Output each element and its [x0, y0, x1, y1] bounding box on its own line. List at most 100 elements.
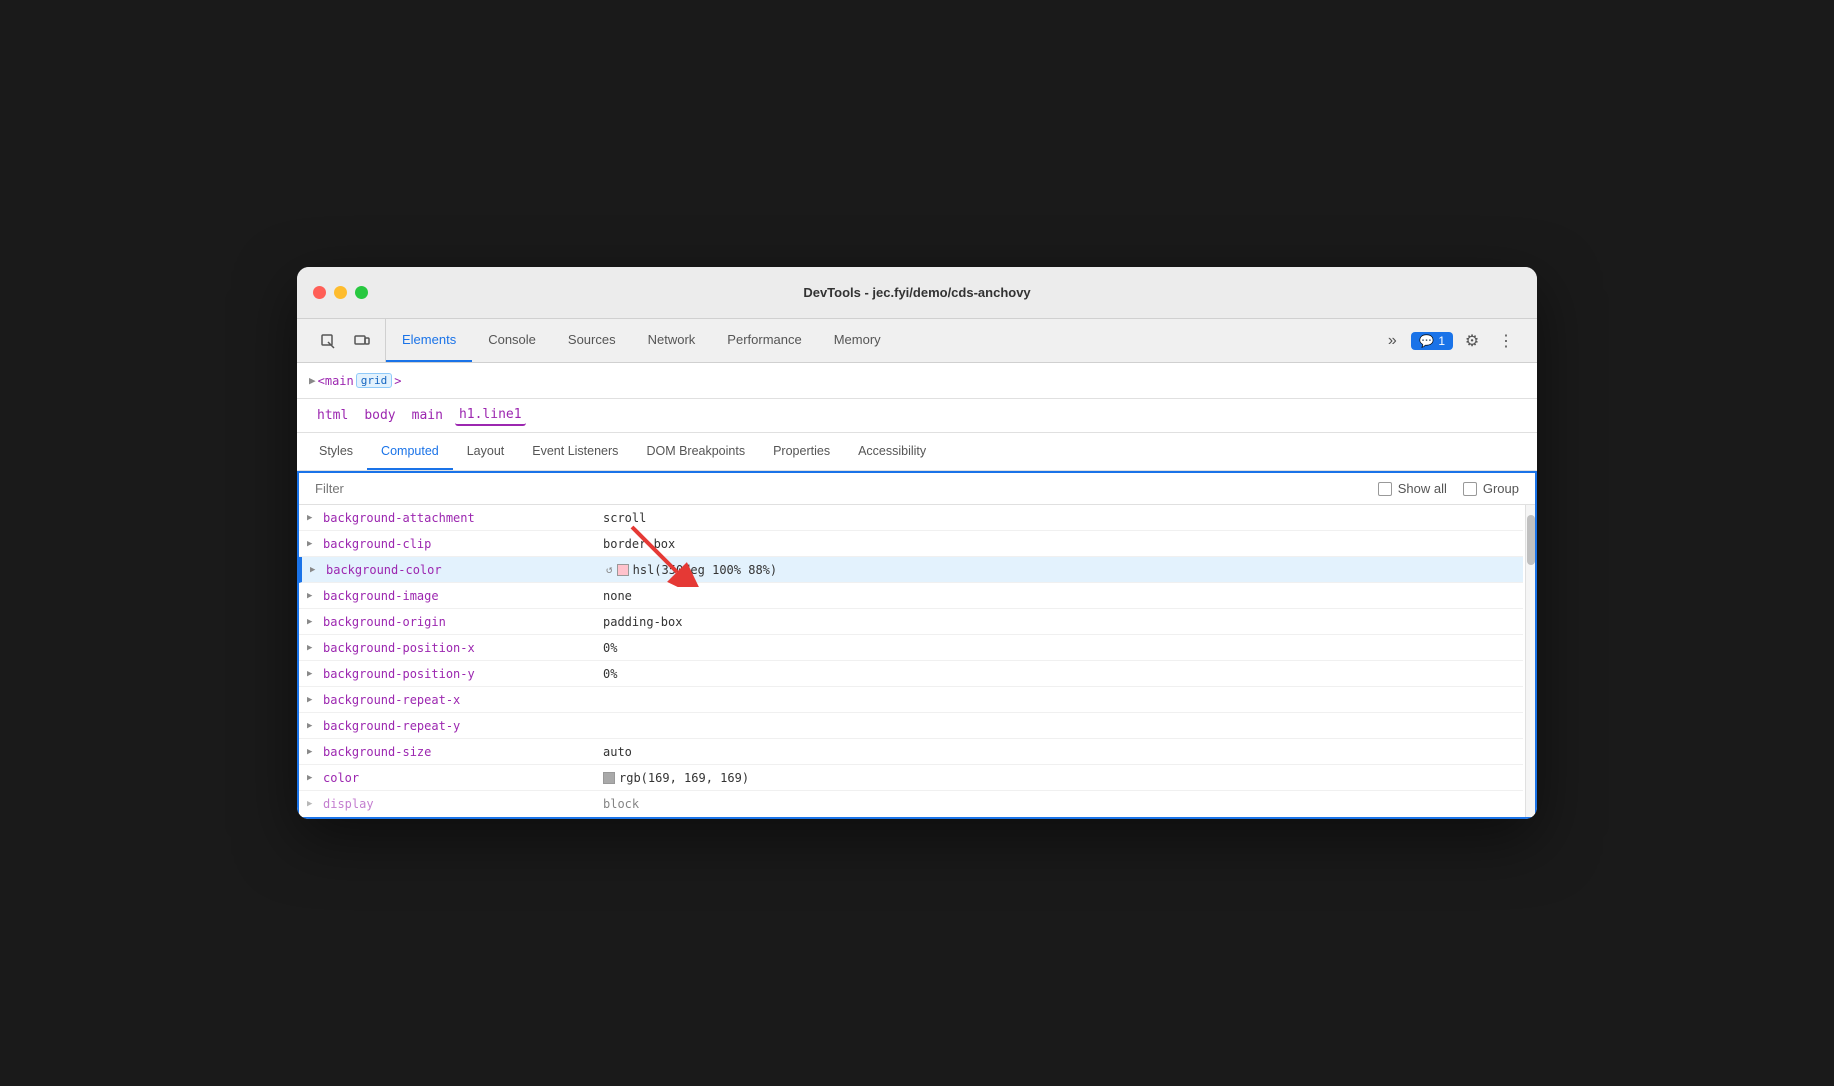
maximize-button[interactable] — [355, 286, 368, 299]
expand-icon[interactable]: ▶ — [307, 747, 323, 757]
tab-network[interactable]: Network — [632, 319, 712, 362]
expand-icon[interactable]: ▶ — [307, 773, 323, 783]
prop-name: background-image — [323, 589, 603, 603]
window-title: DevTools - jec.fyi/demo/cds-anchovy — [803, 285, 1030, 300]
prop-value: none — [603, 589, 632, 603]
breadcrumb-close-tag: > — [394, 374, 401, 388]
breadcrumb-attribute[interactable]: grid — [356, 373, 393, 388]
breadcrumb-main[interactable]: main — [408, 406, 447, 425]
prop-row-background-repeat-x[interactable]: ▶ background-repeat-x — [299, 687, 1523, 713]
prop-row-background-size[interactable]: ▶ background-size auto — [299, 739, 1523, 765]
tool-icons — [305, 319, 386, 362]
prop-value: auto — [603, 745, 632, 759]
prop-name: background-size — [323, 745, 603, 759]
prop-row-background-position-y[interactable]: ▶ background-position-y 0% — [299, 661, 1523, 687]
css-tabs: Styles Computed Layout Event Listeners D… — [297, 433, 1537, 471]
prop-name: background-clip — [323, 537, 603, 551]
expand-icon[interactable]: ▶ — [307, 617, 323, 627]
element-breadcrumb: html body main h1.line1 — [297, 399, 1537, 433]
prop-row-display[interactable]: ▶ display block — [299, 791, 1523, 817]
prop-name: display — [323, 797, 603, 811]
expand-icon[interactable]: ▶ — [307, 539, 323, 549]
prop-name: background-color — [326, 563, 606, 577]
prop-row-background-position-x[interactable]: ▶ background-position-x 0% — [299, 635, 1523, 661]
expand-icon[interactable]: ▶ — [307, 643, 323, 653]
chat-icon: 💬 — [1419, 334, 1434, 348]
breadcrumb-h1[interactable]: h1.line1 — [455, 405, 526, 426]
breadcrumb-expand-arrow[interactable]: ▶ — [309, 374, 316, 387]
prop-row-background-image[interactable]: ▶ background-image none — [299, 583, 1523, 609]
prop-row-background-clip[interactable]: ▶ background-clip border-box — [299, 531, 1523, 557]
css-tab-layout[interactable]: Layout — [453, 433, 519, 470]
expand-icon[interactable]: ▶ — [307, 513, 323, 523]
css-tab-accessibility[interactable]: Accessibility — [844, 433, 940, 470]
prop-row-background-repeat-y[interactable]: ▶ background-repeat-y — [299, 713, 1523, 739]
filter-bar: Show all Group — [299, 473, 1535, 505]
group-label[interactable]: Group — [1463, 481, 1519, 496]
scrollbar-track[interactable] — [1525, 505, 1535, 817]
prop-row-color[interactable]: ▶ color rgb(169, 169, 169) — [299, 765, 1523, 791]
tab-sources[interactable]: Sources — [552, 319, 632, 362]
element-picker-icon[interactable] — [313, 326, 343, 356]
tab-memory[interactable]: Memory — [818, 319, 897, 362]
show-all-checkbox[interactable] — [1378, 482, 1392, 496]
filter-options: Show all Group — [1378, 481, 1519, 496]
color-swatch[interactable] — [603, 772, 615, 784]
close-button[interactable] — [313, 286, 326, 299]
css-tab-event-listeners[interactable]: Event Listeners — [518, 433, 632, 470]
prop-value: padding-box — [603, 615, 682, 629]
tab-performance[interactable]: Performance — [711, 319, 817, 362]
group-checkbox[interactable] — [1463, 482, 1477, 496]
prop-value: rgb(169, 169, 169) — [603, 771, 749, 785]
breadcrumb-body[interactable]: body — [360, 406, 399, 425]
show-all-label[interactable]: Show all — [1378, 481, 1447, 496]
filter-input[interactable] — [315, 481, 491, 496]
device-toggle-icon[interactable] — [347, 326, 377, 356]
more-tabs-button[interactable]: » — [1377, 326, 1407, 356]
prop-value: ↺ hsl(350deg 100% 88%) — [606, 563, 777, 577]
properties-list: ▶ background-attachment scroll ▶ backgro… — [299, 505, 1535, 817]
css-tab-styles[interactable]: Styles — [305, 433, 367, 470]
prop-name: background-origin — [323, 615, 603, 629]
more-options-button[interactable]: ⋮ — [1491, 326, 1521, 356]
css-tab-properties[interactable]: Properties — [759, 433, 844, 470]
devtools-tab-bar: Elements Console Sources Network Perform… — [297, 319, 1537, 363]
computed-panel: Show all Group ▶ background-attachment s… — [297, 471, 1537, 819]
dom-breadcrumb-bar: ▶ <main grid > — [297, 363, 1537, 399]
prop-value: scroll — [603, 511, 646, 525]
css-tab-dom-breakpoints[interactable]: DOM Breakpoints — [632, 433, 759, 470]
chat-badge[interactable]: 💬 1 — [1411, 332, 1453, 350]
expand-icon[interactable]: ▶ — [307, 799, 323, 809]
traffic-lights — [313, 286, 368, 299]
minimize-button[interactable] — [334, 286, 347, 299]
prop-value: border-box — [603, 537, 675, 551]
settings-button[interactable]: ⚙ — [1457, 326, 1487, 356]
expand-icon[interactable]: ▶ — [310, 565, 326, 575]
expand-icon[interactable]: ▶ — [307, 695, 323, 705]
expand-icon[interactable]: ▶ — [307, 591, 323, 601]
prop-name: background-position-x — [323, 641, 603, 655]
tab-actions: » 💬 1 ⚙ ⋮ — [1369, 319, 1529, 362]
color-swatch[interactable] — [617, 564, 629, 576]
prop-row-background-color[interactable]: ▶ background-color ↺ hsl(350deg 100% 88%… — [299, 557, 1523, 583]
prop-value: 0% — [603, 641, 617, 655]
inherited-icon: ↺ — [606, 563, 613, 576]
prop-value: block — [603, 797, 639, 811]
tab-elements[interactable]: Elements — [386, 319, 472, 362]
expand-icon[interactable]: ▶ — [307, 669, 323, 679]
prop-row-background-attachment[interactable]: ▶ background-attachment scroll — [299, 505, 1523, 531]
prop-row-background-origin[interactable]: ▶ background-origin padding-box — [299, 609, 1523, 635]
prop-name: background-attachment — [323, 511, 603, 525]
breadcrumb-tag[interactable]: <main — [318, 374, 354, 388]
css-tab-computed[interactable]: Computed — [367, 433, 453, 470]
prop-name: background-position-y — [323, 667, 603, 681]
tab-console[interactable]: Console — [472, 319, 552, 362]
scrollbar-thumb[interactable] — [1527, 515, 1535, 565]
expand-icon[interactable]: ▶ — [307, 721, 323, 731]
prop-value: 0% — [603, 667, 617, 681]
breadcrumb-html[interactable]: html — [313, 406, 352, 425]
properties-area: ▶ background-attachment scroll ▶ backgro… — [299, 505, 1535, 817]
prop-name: background-repeat-x — [323, 693, 603, 707]
prop-name: color — [323, 771, 603, 785]
devtools-window: DevTools - jec.fyi/demo/cds-anchovy Elem… — [297, 267, 1537, 819]
